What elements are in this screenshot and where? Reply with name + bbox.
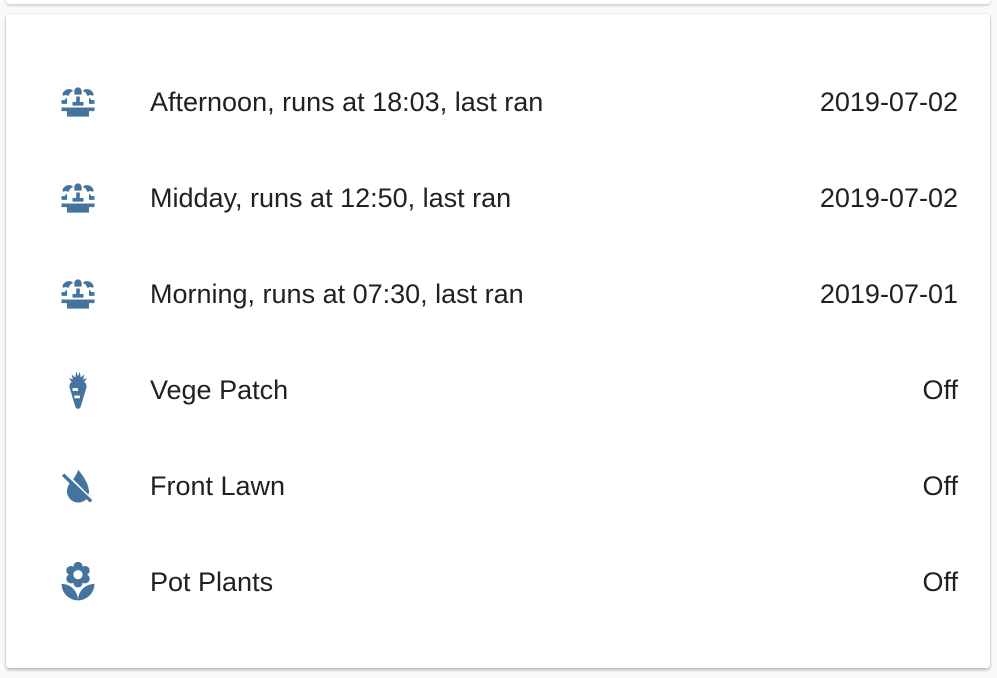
entity-name: Pot Plants (150, 567, 274, 597)
carrot-icon[interactable] (54, 369, 102, 411)
entity-state: Off (922, 375, 958, 405)
fountain-icon[interactable] (54, 177, 102, 219)
entity-name: Morning, runs at 07:30, last ran (150, 279, 524, 309)
entity-name: Midday, runs at 12:50, last ran (150, 183, 512, 213)
entity-row-midday[interactable]: Midday, runs at 12:50, last ran 2019-07-… (6, 150, 990, 246)
entity-row-morning[interactable]: Morning, runs at 07:30, last ran 2019-07… (6, 246, 990, 342)
entity-state: 2019-07-02 (819, 183, 958, 213)
fountain-icon[interactable] (54, 81, 102, 123)
entity-state: 2019-07-01 (819, 279, 958, 309)
entity-row-afternoon[interactable]: Afternoon, runs at 18:03, last ran 2019-… (6, 54, 990, 150)
entities-card: Afternoon, runs at 18:03, last ran 2019-… (6, 14, 990, 668)
entity-row-pot-plants[interactable]: Pot Plants Off (6, 534, 990, 630)
flower-icon[interactable] (54, 561, 102, 603)
entity-state: 2019-07-02 (819, 87, 958, 117)
entity-name: Afternoon, runs at 18:03, last ran (150, 87, 544, 117)
entity-name: Front Lawn (150, 471, 286, 501)
water-off-icon[interactable] (54, 465, 102, 507)
fountain-icon[interactable] (54, 273, 102, 315)
entity-state: Off (922, 567, 958, 597)
entity-list: Afternoon, runs at 18:03, last ran 2019-… (6, 54, 990, 630)
previous-card-edge (6, 0, 990, 4)
entity-state: Off (922, 471, 958, 501)
entity-row-front-lawn[interactable]: Front Lawn Off (6, 438, 990, 534)
entity-row-vege-patch[interactable]: Vege Patch Off (6, 342, 990, 438)
entity-name: Vege Patch (150, 375, 289, 405)
